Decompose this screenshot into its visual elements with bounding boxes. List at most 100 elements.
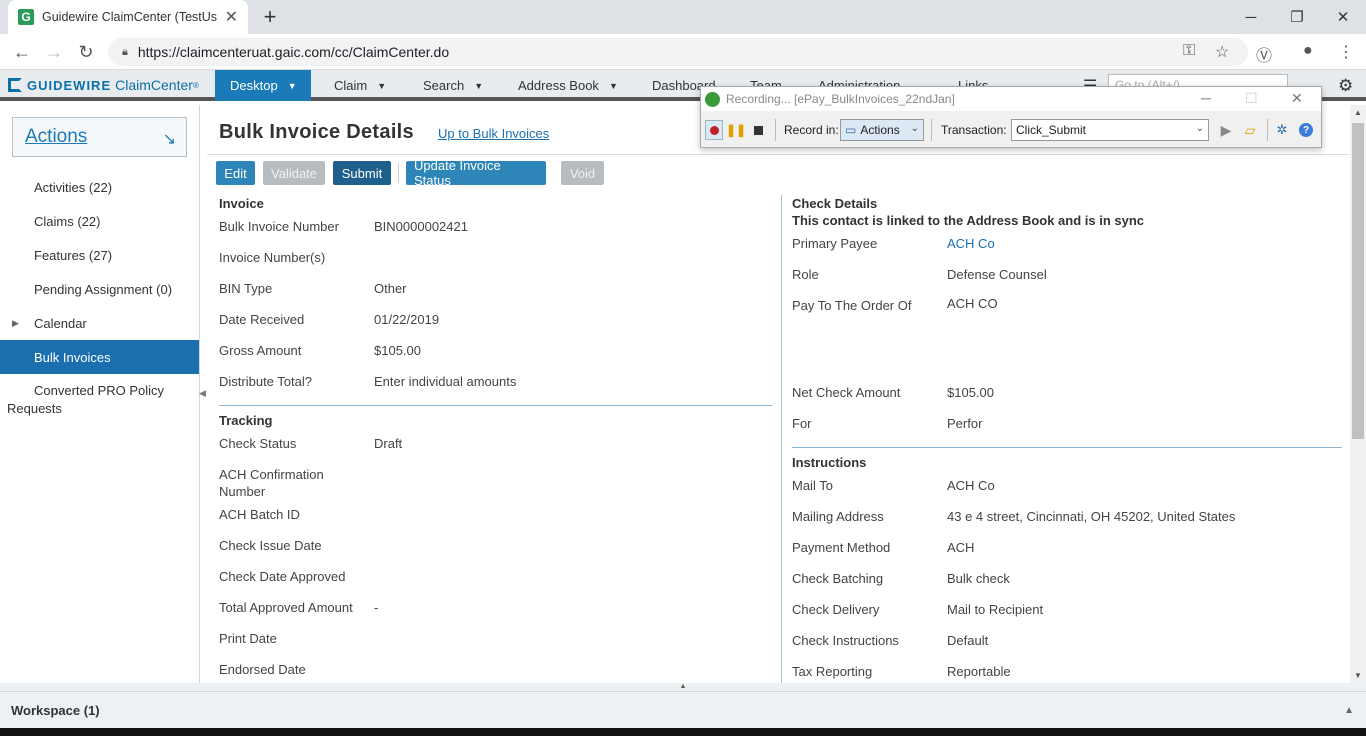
check-details-heading: Check Details xyxy=(792,196,878,211)
field-label: Pay To The Order Of xyxy=(792,298,912,313)
address-book-sync-note: This contact is linked to the Address Bo… xyxy=(792,213,1145,228)
section-divider xyxy=(219,405,772,406)
bin-type-value: Other xyxy=(374,281,407,296)
workspace-resize-handle[interactable]: ▲ xyxy=(0,683,1366,691)
validate-button[interactable]: Validate xyxy=(263,161,325,185)
folder-icon: ▭ xyxy=(845,123,857,137)
scroll-up-icon[interactable]: ▲ xyxy=(1354,108,1362,117)
restore-icon[interactable]: ❐ xyxy=(1274,0,1320,34)
primary-payee-link[interactable]: ACH Co xyxy=(947,235,995,252)
field-label: Tax Reporting xyxy=(792,664,873,679)
sidebar-item-claims[interactable]: Claims (22) xyxy=(0,204,199,238)
sidebar: Actions ↘ Activities (22) Claims (22) Fe… xyxy=(0,105,200,683)
edit-button[interactable]: Edit xyxy=(216,161,255,185)
tab-address-book[interactable]: Address Book ▼ xyxy=(518,70,618,101)
tab-desktop[interactable]: Desktop ▼ xyxy=(215,70,311,101)
chevron-down-icon: ⌄ xyxy=(1195,123,1204,134)
open-folder-icon[interactable]: ▱ xyxy=(1241,120,1259,140)
sidebar-item-calendar[interactable]: ▶ Calendar xyxy=(0,306,199,340)
transaction-label: Transaction: xyxy=(941,123,1007,137)
chevron-down-icon[interactable]: ▼ xyxy=(609,81,618,91)
minimize-icon[interactable]: ─ xyxy=(1228,0,1274,34)
sidebar-item-bulk-invoices[interactable]: Bulk Invoices xyxy=(0,340,199,374)
reload-icon[interactable]: ↻ xyxy=(74,40,98,64)
date-received-value: 01/22/2019 xyxy=(374,312,440,327)
actions-menu-button[interactable]: Actions ↘ xyxy=(12,117,187,157)
close-tab-icon[interactable]: ✕ xyxy=(225,7,238,27)
vertical-scrollbar[interactable]: ▲ ▼ xyxy=(1350,105,1366,683)
for-value: Perfor xyxy=(947,416,983,431)
check-delivery-value: Mail to Recipient xyxy=(947,602,1044,617)
field-label: ACH Batch ID xyxy=(219,507,300,522)
sidebar-item-pending-assignment[interactable]: Pending Assignment (0) xyxy=(0,272,199,306)
field-label: Check Date Approved xyxy=(219,569,346,584)
tab-claim[interactable]: Claim ▼ xyxy=(334,70,386,101)
bulk-invoice-number-value: BIN0000002421 xyxy=(374,219,468,234)
sidebar-item-activities[interactable]: Activities (22) xyxy=(0,170,199,204)
recorder-window: Recording... [ePay_BulkInvoices_22ndJan]… xyxy=(700,86,1322,148)
invoice-heading: Invoice xyxy=(219,196,264,211)
expand-triangle-icon[interactable]: ▶ xyxy=(12,318,19,329)
chevron-down-icon[interactable]: ▼ xyxy=(288,81,297,91)
recorder-minimize-icon[interactable]: ─ xyxy=(1201,90,1211,106)
recorder-title-bar: Recording... [ePay_BulkInvoices_22ndJan]… xyxy=(701,87,1321,111)
title-divider xyxy=(207,154,1350,155)
settings-gear-icon[interactable]: ⚙ xyxy=(1338,70,1353,101)
new-tab-icon[interactable]: + xyxy=(258,4,282,30)
record-in-label: Record in: xyxy=(784,123,839,137)
distribute-total-value: Enter individual amounts xyxy=(374,374,517,389)
extension-icon[interactable]: Ⓥ xyxy=(1256,42,1272,66)
scroll-down-icon[interactable]: ▼ xyxy=(1354,671,1362,680)
mailing-address-value: 43 e 4 street, Cincinnati, OH 45202, Uni… xyxy=(947,509,1236,524)
address-bar[interactable]: 🔒︎ https://claimcenteruat.gaic.com/cc/Cl… xyxy=(108,38,1248,66)
workspace-bar[interactable]: Workspace (1) ▲ xyxy=(0,691,1366,728)
chevron-down-icon[interactable]: ▼ xyxy=(474,81,483,91)
help-icon[interactable]: ? xyxy=(1297,120,1315,140)
field-label: BIN Type xyxy=(219,281,273,296)
tab-search[interactable]: Search ▼ xyxy=(423,70,483,101)
recorder-close-icon[interactable]: ✕ xyxy=(1291,90,1303,107)
page-title: Bulk Invoice Details xyxy=(219,121,414,143)
back-icon[interactable]: ← xyxy=(10,40,34,64)
field-label: Total Approved Amount xyxy=(219,600,353,615)
field-label: Check Status xyxy=(219,436,297,451)
up-to-bulk-invoices-link[interactable]: Up to Bulk Invoices xyxy=(438,126,549,141)
record-icon[interactable] xyxy=(705,120,723,140)
recorder-maximize-icon[interactable]: ☐ xyxy=(1245,90,1258,107)
role-value: Defense Counsel xyxy=(947,267,1047,282)
browser-tab[interactable]: G Guidewire ClaimCenter (TestUser ✕ xyxy=(8,0,248,34)
expand-workspace-icon[interactable]: ▲ xyxy=(1344,705,1354,716)
record-in-dropdown[interactable]: ▭ Actions ⌄ xyxy=(840,119,924,141)
start-transaction-icon[interactable]: ▶ xyxy=(1217,120,1235,140)
browser-tab-strip: G Guidewire ClaimCenter (TestUser ✕ + ─ … xyxy=(0,0,1366,34)
toolbar-separator xyxy=(1267,119,1268,141)
check-instructions-value: Default xyxy=(947,633,989,648)
sidebar-item-converted-pro-policy-requests[interactable]: Converted PRO Policy Requests xyxy=(0,375,199,416)
void-button[interactable]: Void xyxy=(561,161,604,185)
transaction-dropdown[interactable]: Click_Submit ⌄ xyxy=(1011,119,1209,141)
pause-icon[interactable]: ❚❚ xyxy=(726,120,746,140)
window-close-icon[interactable]: ✕ xyxy=(1320,0,1366,34)
recorder-title: Recording... [ePay_BulkInvoices_22ndJan] xyxy=(726,92,955,106)
bookmark-star-icon[interactable]: ☆ xyxy=(1215,42,1229,62)
field-label: Check Delivery xyxy=(792,602,880,617)
object-spy-icon[interactable]: ✲ xyxy=(1273,120,1291,140)
sidebar-item-features[interactable]: Features (27) xyxy=(0,238,199,272)
key-icon[interactable]: ⚿ xyxy=(1183,42,1195,60)
forward-icon[interactable]: → xyxy=(42,40,66,64)
chevron-down-icon[interactable]: ▼ xyxy=(377,81,386,91)
field-label: Distribute Total? xyxy=(219,374,312,389)
profile-icon[interactable]: ● xyxy=(1303,42,1313,60)
stop-icon[interactable] xyxy=(749,120,767,140)
check-status-value: Draft xyxy=(374,436,403,451)
field-label: Date Received xyxy=(219,312,305,327)
url-text: https://claimcenteruat.gaic.com/cc/Claim… xyxy=(137,44,450,60)
collapse-sidebar-icon[interactable]: ◀ xyxy=(199,378,207,408)
section-divider xyxy=(792,447,1342,448)
scrollbar-thumb[interactable] xyxy=(1352,123,1364,439)
submit-button[interactable]: Submit xyxy=(333,161,391,185)
guidewire-favicon-icon: G xyxy=(18,9,34,25)
menu-kebab-icon[interactable]: ⋮ xyxy=(1338,42,1354,62)
lock-icon: 🔒︎ xyxy=(122,45,128,58)
update-invoice-status-button[interactable]: Update Invoice Status xyxy=(406,158,546,188)
